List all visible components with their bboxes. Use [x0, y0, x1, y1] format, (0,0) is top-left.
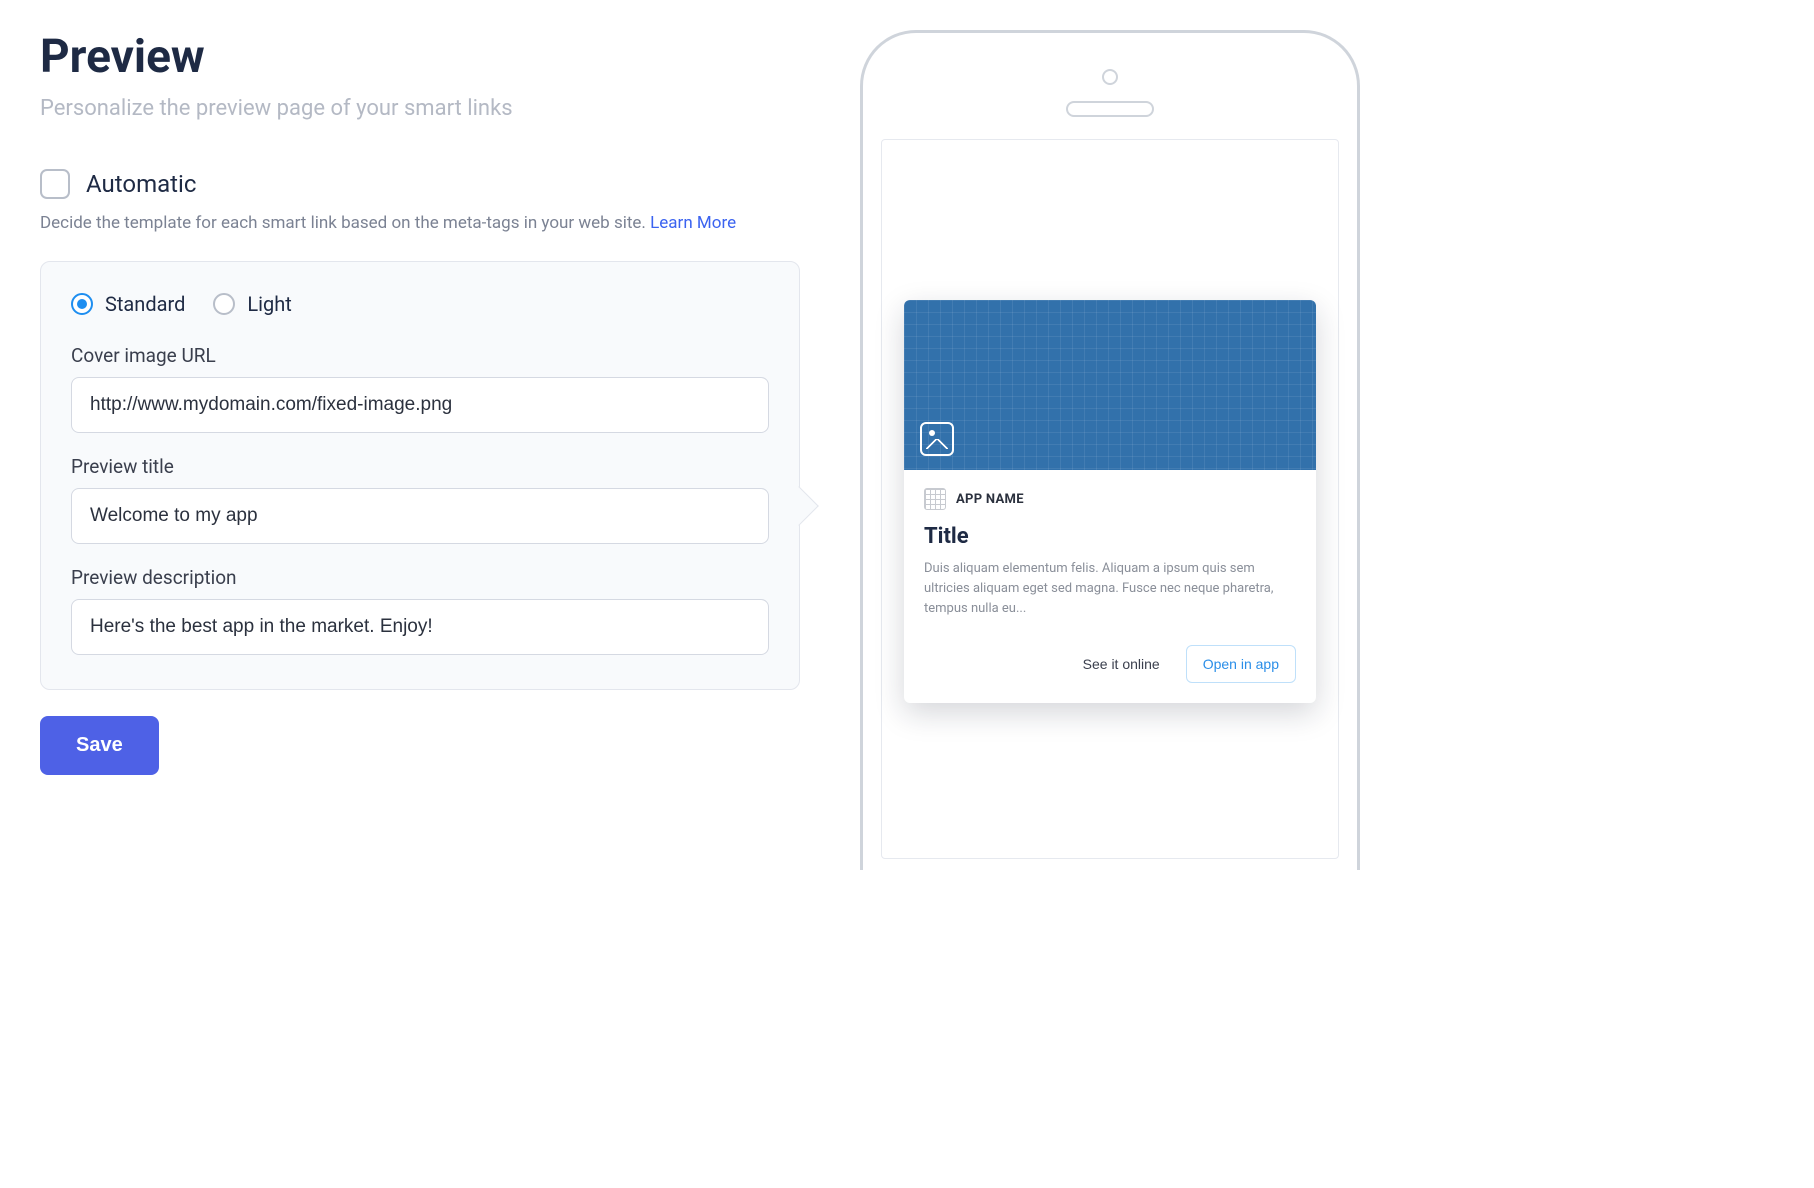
open-in-app-button[interactable]: Open in app	[1186, 645, 1296, 683]
radio-light[interactable]: Light	[213, 292, 291, 316]
automatic-label: Automatic	[86, 170, 196, 198]
preview-title-label: Preview title	[71, 455, 769, 478]
phone-camera-icon	[1102, 69, 1118, 85]
preview-app-name: APP NAME	[956, 492, 1024, 507]
see-online-button[interactable]: See it online	[1071, 645, 1172, 683]
preview-card: APP NAME Title Duis aliquam elementum fe…	[904, 300, 1316, 703]
app-icon-placeholder-icon	[924, 488, 946, 510]
learn-more-link[interactable]: Learn More	[650, 213, 736, 233]
preview-card-title: Title	[924, 524, 1296, 549]
radio-light-indicator	[213, 293, 235, 315]
preview-card-description: Duis aliquam elementum felis. Aliquam a …	[924, 559, 1296, 619]
template-form-card: Standard Light Cover image URL Preview t…	[40, 261, 800, 690]
automatic-checkbox[interactable]	[40, 169, 70, 199]
preview-description-input[interactable]	[71, 599, 769, 655]
phone-speaker-icon	[1066, 101, 1154, 117]
card-pointer-icon	[779, 486, 819, 526]
preview-title-input[interactable]	[71, 488, 769, 544]
phone-side-button-icon	[860, 253, 861, 323]
radio-light-label: Light	[247, 292, 291, 316]
phone-side-button-icon	[860, 343, 861, 413]
cover-url-input[interactable]	[71, 377, 769, 433]
save-button[interactable]: Save	[40, 716, 159, 775]
automatic-help-body: Decide the template for each smart link …	[40, 213, 650, 233]
page-subtitle: Personalize the preview page of your sma…	[40, 96, 800, 121]
radio-standard[interactable]: Standard	[71, 292, 185, 316]
phone-screen: APP NAME Title Duis aliquam elementum fe…	[881, 139, 1339, 859]
phone-side-button-icon	[860, 183, 861, 233]
cover-url-label: Cover image URL	[71, 344, 769, 367]
image-placeholder-icon	[920, 422, 954, 456]
phone-mockup: APP NAME Title Duis aliquam elementum fe…	[860, 30, 1360, 870]
automatic-help-text: Decide the template for each smart link …	[40, 213, 800, 233]
page-title: Preview	[40, 30, 800, 84]
preview-cover	[904, 300, 1316, 470]
preview-description-label: Preview description	[71, 566, 769, 589]
radio-standard-label: Standard	[105, 292, 185, 316]
radio-standard-indicator	[71, 293, 93, 315]
